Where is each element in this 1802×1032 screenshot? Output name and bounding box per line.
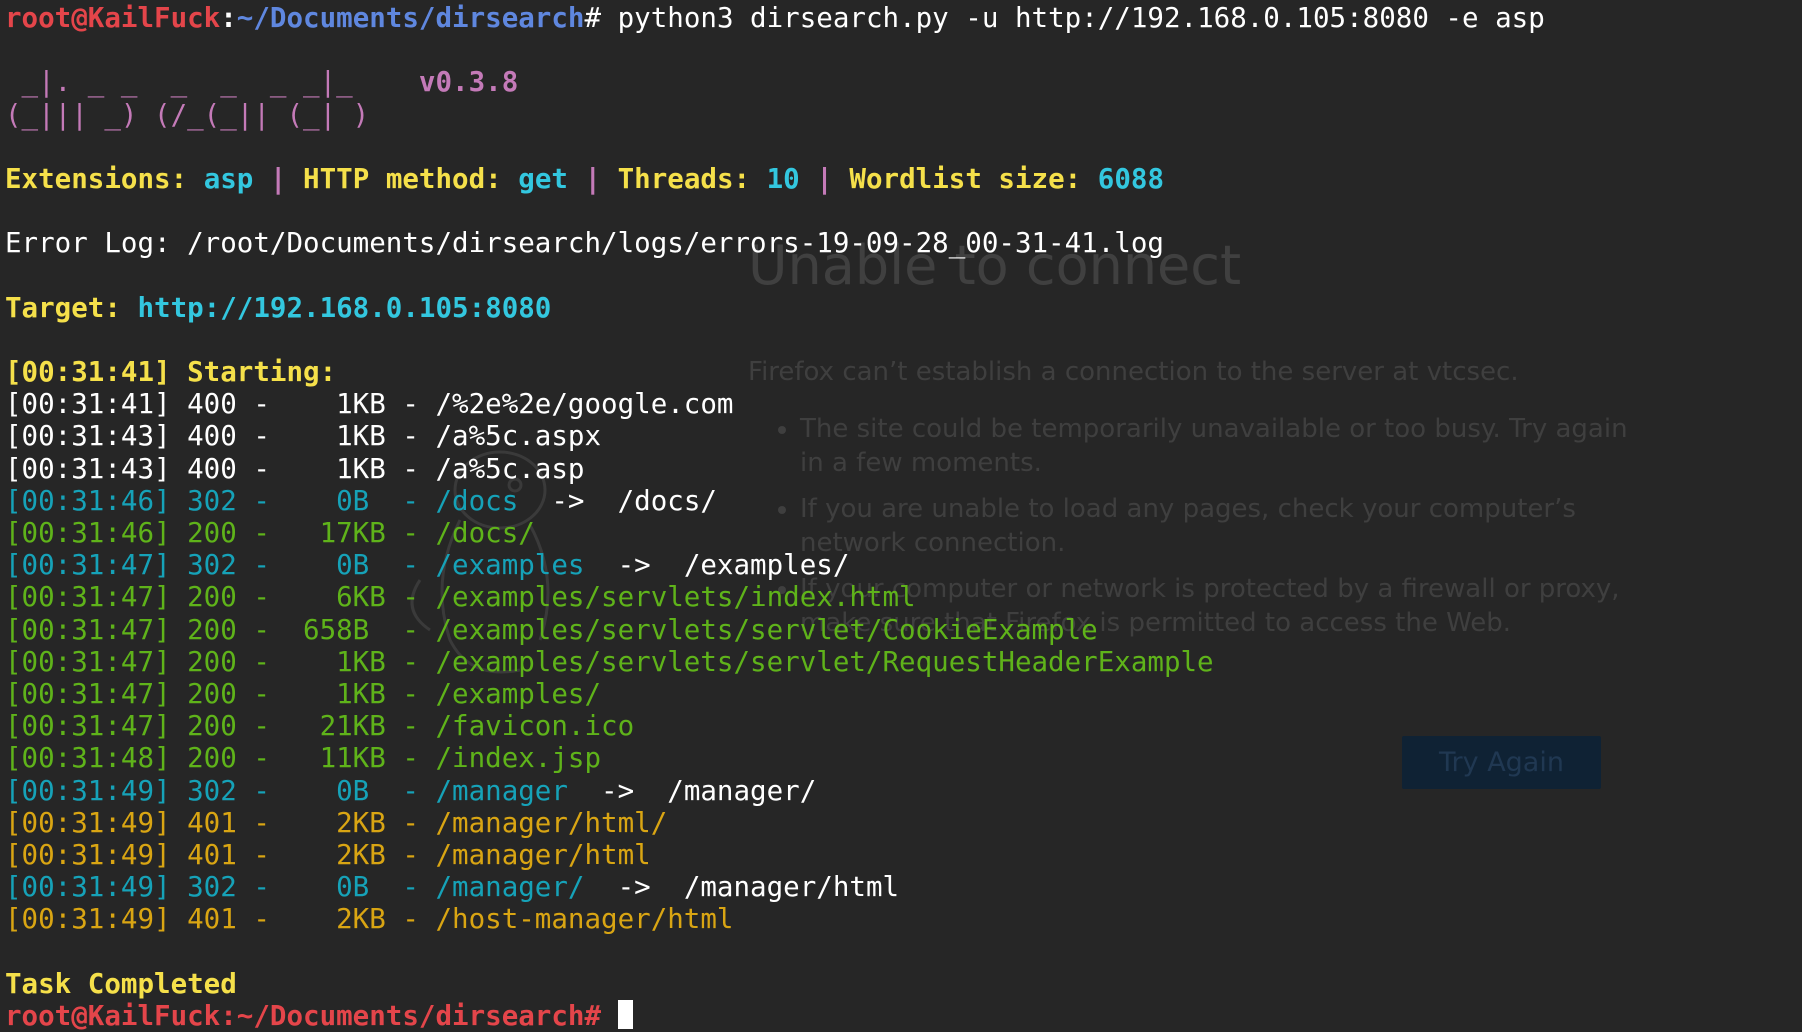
wordlist-value: 6088: [1097, 162, 1165, 195]
prompt-path: ~/Documents/dirsearch: [236, 2, 585, 34]
result-entry: [00:31:49] 401 - 2KB - /manager/html: [5, 838, 651, 871]
result-entry: [00:31:47] 200 - 658B - /examples/servle…: [5, 613, 1098, 646]
starting-line: [00:31:41] Starting:: [5, 356, 337, 389]
result-row: [00:31:49] 302 - 0B - /manager/ -> /mana…: [5, 871, 1545, 903]
method-label: HTTP method:: [303, 162, 519, 195]
banner-art: _|. _ _ _ _ _ _|_: [5, 66, 419, 99]
result-row: [00:31:49] 302 - 0B - /manager -> /manag…: [5, 775, 1545, 807]
extensions-value: asp: [203, 162, 254, 195]
redirect-target: -> /examples/: [584, 549, 850, 582]
result-row: [00:31:49] 401 - 2KB - /host-manager/htm…: [5, 903, 1545, 935]
ascii-banner-line-1: _|. _ _ _ _ _ _|_ v0.3.8: [5, 66, 1545, 98]
error-log-line: Error Log: /root/Documents/dirsearch/log…: [5, 227, 1164, 260]
separator: |: [253, 162, 304, 195]
result-entry: [00:31:49] 401 - 2KB - /manager/html/: [5, 806, 668, 839]
terminal-cursor[interactable]: [617, 999, 633, 1029]
result-entry: [00:31:43] 400 - 1KB - /a%5c.aspx: [5, 420, 602, 453]
result-row: [00:31:47] 200 - 6KB - /examples/servlet…: [5, 581, 1545, 613]
result-entry: [00:31:49] 401 - 2KB - /host-manager/htm…: [5, 903, 734, 936]
redirect-target: -> /manager/html: [584, 871, 900, 904]
next-prompt: root@KailFuck:~/Documents/dirsearch#: [5, 999, 618, 1032]
result-row: [00:31:46] 200 - 17KB - /docs/: [5, 517, 1545, 549]
result-entry: [00:31:47] 302 - 0B - /examples: [5, 549, 585, 582]
prompt-separator: :: [220, 2, 237, 34]
result-entry: [00:31:47] 200 - 1KB - /examples/servlet…: [5, 645, 1214, 678]
result-row: [00:31:43] 400 - 1KB - /a%5c.asp: [5, 453, 1545, 485]
threads-label: Threads:: [617, 162, 767, 195]
result-row: [00:31:41] 400 - 1KB - /%2e%2e/google.co…: [5, 388, 1545, 420]
result-row: [00:31:49] 401 - 2KB - /manager/html/: [5, 807, 1545, 839]
command-text: python3 dirsearch.py -u http://192.168.0…: [617, 2, 1545, 34]
result-entry: [00:31:47] 200 - 21KB - /favicon.ico: [5, 710, 635, 743]
extensions-label: Extensions:: [5, 162, 204, 195]
result-row: [00:31:49] 401 - 2KB - /manager/html: [5, 839, 1545, 871]
command-line: root@KailFuck:~/Documents/dirsearch# pyt…: [5, 2, 1545, 34]
ascii-banner-line-2: (_||| _) (/_(_|| (_| ): [5, 98, 370, 131]
target-label: Target:: [5, 291, 138, 324]
result-entry: [00:31:46] 302 - 0B - /docs: [5, 484, 519, 517]
prompt-user-host: root@KailFuck: [5, 2, 221, 34]
result-entry: [00:31:49] 302 - 0B - /manager: [5, 774, 568, 807]
task-completed-line: Task Completed: [5, 967, 237, 1000]
target-line: Target: http://192.168.0.105:8080: [5, 292, 1545, 324]
result-row: [00:31:46] 302 - 0B - /docs -> /docs/: [5, 485, 1545, 517]
wordlist-label: Wordlist size:: [849, 162, 1098, 195]
scan-results: [00:31:41] 400 - 1KB - /%2e%2e/google.co…: [5, 388, 1545, 935]
threads-value: 10: [766, 162, 800, 195]
result-row: [00:31:47] 200 - 21KB - /favicon.ico: [5, 710, 1545, 742]
prompt-symbol: #: [584, 2, 618, 34]
version-label: v0.3.8: [418, 66, 519, 99]
terminal-output[interactable]: root@KailFuck:~/Documents/dirsearch# pyt…: [5, 2, 1545, 1032]
result-entry: [00:31:43] 400 - 1KB - /a%5c.asp: [5, 452, 585, 485]
result-entry: [00:31:47] 200 - 1KB - /examples/: [5, 677, 602, 710]
result-row: [00:31:48] 200 - 11KB - /index.jsp: [5, 742, 1545, 774]
redirect-target: -> /docs/: [518, 484, 717, 517]
result-entry: [00:31:47] 200 - 6KB - /examples/servlet…: [5, 581, 916, 614]
result-entry: [00:31:46] 200 - 17KB - /docs/: [5, 517, 535, 549]
result-row: [00:31:47] 200 - 658B - /examples/servle…: [5, 614, 1545, 646]
result-row: [00:31:47] 200 - 1KB - /examples/: [5, 678, 1545, 710]
method-value: get: [518, 162, 568, 195]
separator: |: [567, 162, 618, 195]
result-entry: [00:31:41] 400 - 1KB - /%2e%2e/google.co…: [5, 388, 734, 421]
target-url: http://192.168.0.105:8080: [137, 291, 552, 324]
redirect-target: -> /manager/: [567, 774, 817, 807]
result-entry: [00:31:48] 200 - 11KB - /index.jsp: [5, 742, 602, 775]
next-prompt-line: root@KailFuck:~/Documents/dirsearch#: [5, 999, 1545, 1032]
result-row: [00:31:47] 200 - 1KB - /examples/servlet…: [5, 646, 1545, 678]
separator: |: [799, 162, 850, 195]
result-row: [00:31:43] 400 - 1KB - /a%5c.aspx: [5, 420, 1545, 452]
config-line: Extensions: asp | HTTP method: get | Thr…: [5, 163, 1545, 195]
result-entry: [00:31:49] 302 - 0B - /manager/: [5, 871, 585, 904]
result-row: [00:31:47] 302 - 0B - /examples -> /exam…: [5, 549, 1545, 581]
